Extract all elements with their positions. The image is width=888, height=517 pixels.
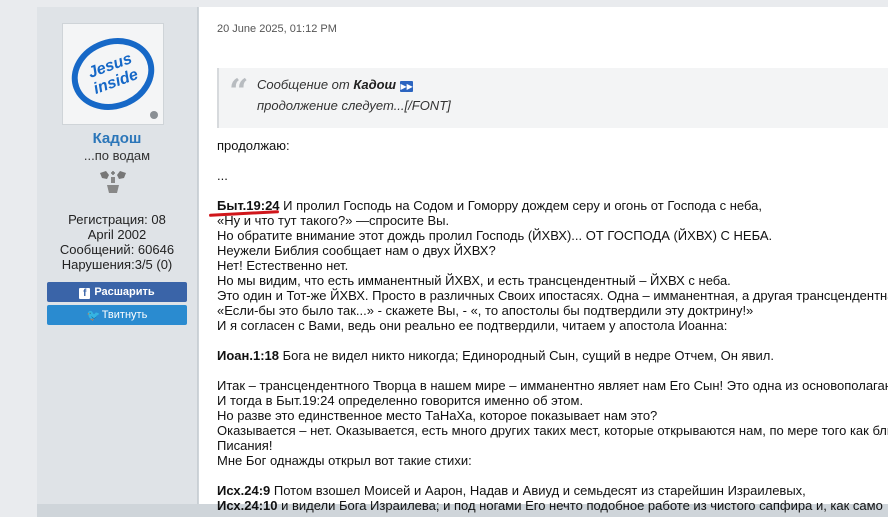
share-label: Расшарить [94,286,155,298]
post-line [217,153,888,168]
post-line: «Если-бы это было так...» - скажете Вы, … [217,303,888,318]
post-text: продолжаю:... Быт.19:24 И пролил Господь … [217,138,888,513]
post-line-text: Но обратите внимание этот дождь пролил Г… [217,228,773,243]
post-line-text: Мне Бог однажды открыл вот такие стихи: [217,453,472,468]
username-link[interactable]: Кадош [37,130,197,147]
user-sidebar: Jesus inside Кадош ...по водам Регистрац… [37,7,198,504]
view-post-icon[interactable]: ▶▶ [400,81,414,92]
post-line-text: Это один и Тот-же ЙХВХ. Просто в различн… [217,288,888,303]
post-line [217,333,888,348]
doves-icon [97,167,129,200]
stat-registration-date: April 2002 [87,227,147,242]
post-line [217,468,888,483]
post-line-text: продолжаю: [217,138,290,153]
post-line-text: Но разве это единственное место ТаНаХа, … [217,408,658,423]
stat-registration: Регистрация: 08 [68,212,166,227]
post-line: Но разве это единственное место ТаНаХа, … [217,408,888,423]
post-line-text: И пролил Господь на Содом и Гоморру дожд… [279,198,762,213]
jesus-inside-logo: Jesus inside [71,38,155,110]
post-line: Неужели Библия сообщает нам о двух ЙХВХ? [217,243,888,258]
post-line: Исх.24:9 Потом взошел Моисей и Аарон, На… [217,483,888,498]
tweet-button[interactable]: 🐦Твитнуть [47,305,187,325]
post-line: И тогда в Быт.19:24 определенно говоритс… [217,393,888,408]
post-line: Нет! Естественно нет. [217,258,888,273]
post-line-text: Бога не видел никто никогда; Единородный… [279,348,774,363]
post-line-text: Потом взошел Моисей и Аарон, Надав и Ави… [270,483,806,498]
post-line: Мне Бог однажды открыл вот такие стихи: [217,453,888,468]
post-line: Но мы видим, что есть имманентный ЙХВХ, … [217,273,888,288]
quote-header: Сообщение от Кадош ▶▶ [257,77,414,92]
share-facebook-button[interactable]: f Расшарить [47,282,187,302]
post-line-text: Неужели Библия сообщает нам о двух ЙХВХ? [217,243,496,258]
post-line-text: и видели Бога Израилева; и под ногами Ег… [277,498,883,513]
post-line: Иоан.1:18 Бога не видел никто никогда; Е… [217,348,888,363]
quote-prefix: Сообщение от [257,77,354,92]
online-status-icon [150,111,158,119]
verse-reference: Исх.24:10 [217,498,278,513]
post-line [217,183,888,198]
quote-mark-icon: “ [229,72,249,112]
post-line: И я согласен с Вами, ведь они реально ее… [217,318,888,333]
verse-reference: Иоан.1:18 [217,348,279,363]
post-line-text: Нет! Естественно нет. [217,258,349,273]
post-line: Писания! [217,438,888,453]
quote-block: “ Сообщение от Кадош ▶▶ продолжение следу… [217,68,888,128]
post-line: продолжаю: [217,138,888,153]
avatar[interactable]: Jesus inside [62,23,164,125]
tweet-label: Твитнуть [101,309,148,321]
post-line: Быт.19:24 И пролил Господь на Содом и Го… [217,198,888,213]
post-content: 20 June 2025, 01:12 PM “ Сообщение от Ка… [199,7,888,513]
twitter-icon: 🐦 [86,310,101,322]
post-line-text: Оказывается – нет. Оказывается, есть мно… [217,423,888,438]
post-line-text: Но мы видим, что есть имманентный ЙХВХ, … [217,273,731,288]
quote-body: продолжение следует...[/FONT] [257,98,451,113]
post-line: Итак – трансцендентного Творца в нашем м… [217,378,888,393]
post-line: Исх.24:10 и видели Бога Израилева; и под… [217,498,888,513]
post-line-text: «Если-бы это было так...» - скажете Вы, … [217,303,754,318]
post-line-text: И тогда в Быт.19:24 определенно говоритс… [217,393,584,408]
post-date: 20 June 2025, 01:12 PM [217,23,337,35]
post-line: ... [217,168,888,183]
post-line-text: Писания! [217,438,273,453]
verse-reference: Исх.24:9 [217,483,271,498]
post-line: Но обратите внимание этот дождь пролил Г… [217,228,888,243]
post-line-text: ... [217,168,228,183]
user-stats: Регистрация: 08 April 2002 Сообщений: 60… [37,212,197,272]
post-line [217,363,888,378]
post-line-text: Итак – трансцендентного Творца в нашем м… [217,378,888,393]
facebook-icon: f [79,288,91,299]
post-line: Оказывается – нет. Оказывается, есть мно… [217,423,888,438]
post-line: Это один и Тот-же ЙХВХ. Просто в различн… [217,288,888,303]
quote-author[interactable]: Кадош [353,77,396,92]
post-line-text: И я согласен с Вами, ведь они реально ее… [217,318,728,333]
post-line-text: «Ну и что тут такого?» —спросите Вы. [217,213,450,228]
stat-posts: Сообщений: 60646 [59,242,175,257]
stat-infractions: Нарушения:3/5 (0) [61,257,173,272]
post-line: «Ну и что тут такого?» —спросите Вы. [217,213,888,228]
user-title: ...по водам [83,148,151,163]
